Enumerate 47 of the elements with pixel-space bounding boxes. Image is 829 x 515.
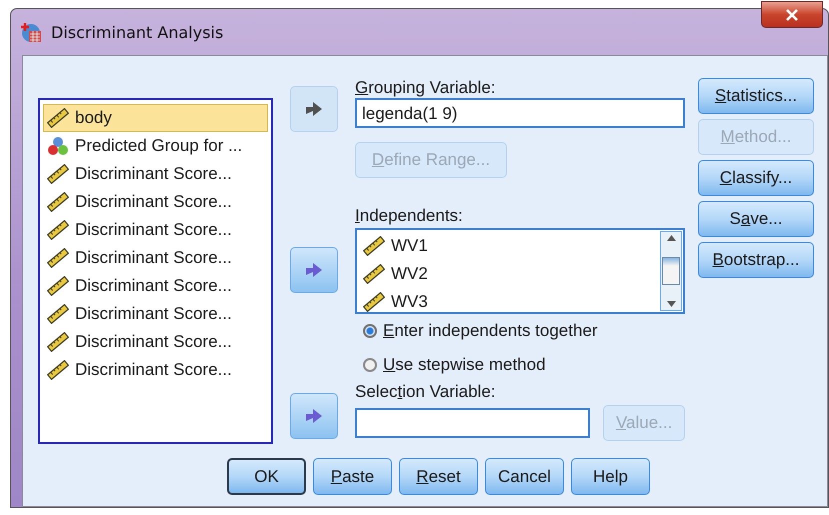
scrollbar[interactable]	[660, 231, 682, 311]
variable-item[interactable]: Discriminant Score...	[43, 188, 268, 216]
ruler-icon	[47, 108, 69, 128]
dialog-button[interactable]: Reset	[399, 458, 478, 495]
circles-icon	[47, 136, 69, 156]
variable-item[interactable]: Discriminant Score...	[43, 160, 268, 188]
variable-item[interactable]: Discriminant Score...	[43, 356, 268, 384]
arrow-icon	[305, 262, 323, 278]
dialog-button[interactable]: Bootstrap...	[698, 242, 814, 278]
radio-option[interactable]: Enter independents together	[355, 314, 685, 348]
dialog-button[interactable]: Cancel	[485, 458, 564, 495]
dialog-button[interactable]: Help	[571, 458, 650, 495]
variable-item[interactable]: WV1	[359, 232, 659, 260]
radio-button[interactable]	[363, 358, 377, 372]
variable-list[interactable]	[38, 98, 273, 444]
close-button[interactable]	[761, 1, 823, 28]
radio-option[interactable]: Use stepwise method	[355, 348, 685, 382]
variable-item[interactable]: Discriminant Score...	[43, 328, 268, 356]
window-title: Discriminant Analysis	[51, 22, 224, 42]
dialog-button[interactable]: Statistics...	[698, 78, 814, 114]
variable-item[interactable]: Discriminant Score...	[43, 300, 268, 328]
radio-button[interactable]	[363, 324, 377, 338]
arrow-icon	[305, 408, 323, 424]
app-icon	[21, 21, 43, 43]
move-arrow-button[interactable]	[290, 393, 338, 439]
variable-item[interactable]: body	[43, 104, 268, 132]
dialog-button[interactable]: Save...	[698, 201, 814, 237]
scrollbar-thumb[interactable]	[662, 257, 680, 285]
variable-item[interactable]: Discriminant Score...	[43, 272, 268, 300]
selection-variable-field[interactable]	[355, 408, 590, 438]
variable-item[interactable]: Discriminant Score...	[43, 244, 268, 272]
dialog-button[interactable]: OK	[227, 458, 306, 495]
arrow-icon	[305, 101, 323, 117]
grouping-variable-field[interactable]: legenda(1 9)	[355, 98, 685, 128]
field-label: Grouping Variable:	[355, 78, 497, 98]
dialog-button[interactable]: Classify...	[698, 160, 814, 196]
down-arrow-icon	[666, 301, 676, 307]
close-icon	[785, 8, 799, 20]
field-label: Selection Variable:	[355, 382, 497, 402]
variable-item[interactable]: Discriminant Score...	[43, 216, 268, 244]
variable-item[interactable]: WV2	[359, 260, 659, 288]
field-label: Independents:	[355, 206, 464, 226]
variable-item[interactable]: Predicted Group for ...	[43, 132, 268, 160]
variable-item[interactable]: WV3	[359, 288, 659, 316]
move-arrow-button[interactable]	[290, 247, 338, 293]
up-arrow-icon	[666, 235, 676, 241]
dialog-button[interactable]: Paste	[313, 458, 392, 495]
